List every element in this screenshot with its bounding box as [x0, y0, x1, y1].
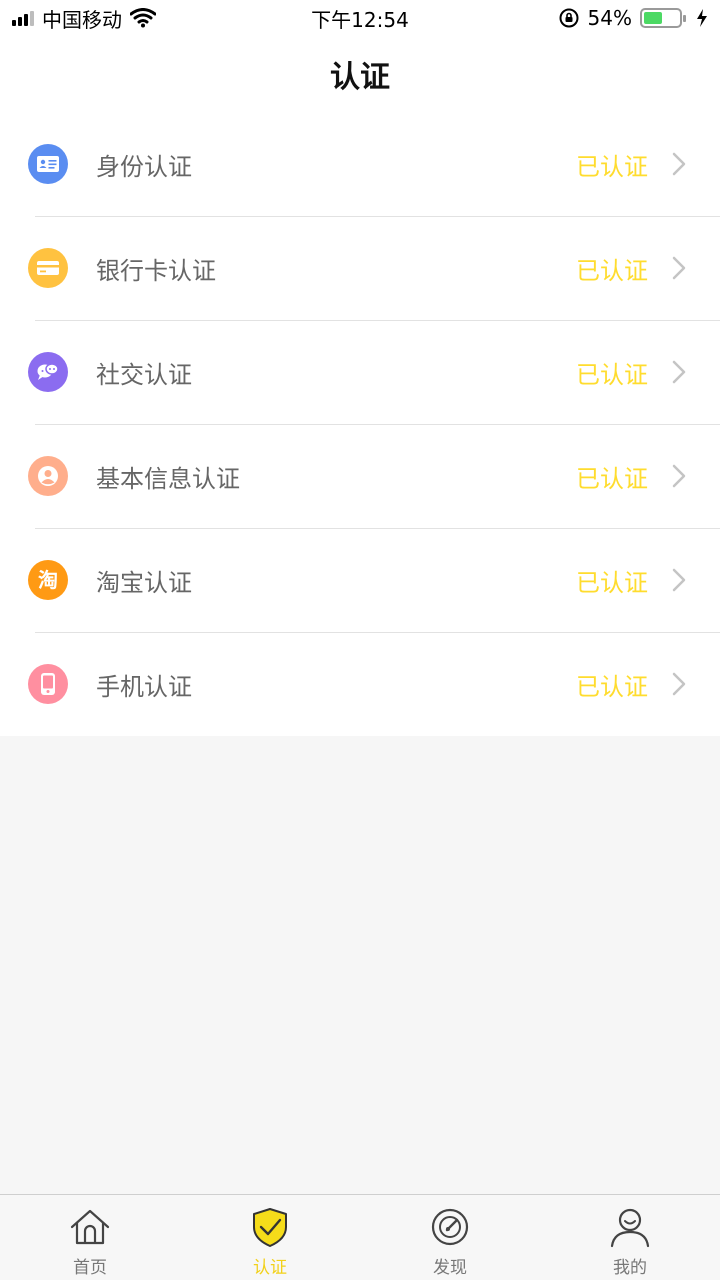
rotation-lock-icon [559, 8, 579, 28]
chevron-right-icon [672, 360, 686, 384]
user-profile-icon [28, 456, 68, 496]
id-card-icon [28, 144, 68, 184]
list-item-social[interactable]: 社交认证 已认证 [0, 320, 720, 424]
status-verified: 已认证 [576, 360, 648, 389]
list-item-taobao[interactable]: 淘 淘宝认证 已认证 [0, 528, 720, 632]
chevron-right-icon [672, 152, 686, 176]
list-item-basic-info[interactable]: 基本信息认证 已认证 [0, 424, 720, 528]
tab-label: 认证 [253, 1258, 287, 1278]
status-verified: 已认证 [576, 256, 648, 285]
tab-label: 首页 [73, 1258, 107, 1278]
screen: 中国移动 下午12:54 54% 认证 身份认证 已认证 银行卡认证 已认证 社… [0, 0, 720, 1280]
list-item-label: 身份认证 [96, 152, 192, 181]
status-verified: 已认证 [576, 568, 648, 597]
tab-mine[interactable]: 我的 [540, 1195, 720, 1280]
shield-check-icon [253, 1208, 287, 1247]
chevron-right-icon [672, 568, 686, 592]
signal-icon [12, 10, 34, 26]
status-right: 54% [558, 6, 708, 30]
battery-percent: 54% [587, 6, 632, 30]
status-verified: 已认证 [576, 672, 648, 701]
person-icon [610, 1208, 650, 1248]
chevron-right-icon [672, 256, 686, 280]
home-icon [70, 1209, 110, 1245]
page-title: 认证 [330, 60, 390, 95]
charging-bolt-icon [697, 9, 707, 27]
list-item-label: 淘宝认证 [96, 568, 192, 597]
list-item-label: 银行卡认证 [96, 256, 216, 285]
battery-fill [644, 12, 663, 24]
tab-label: 发现 [433, 1258, 467, 1278]
list-item-label: 基本信息认证 [96, 464, 240, 493]
status-verified: 已认证 [576, 464, 648, 493]
tab-home[interactable]: 首页 [0, 1195, 180, 1280]
phone-icon [28, 664, 68, 704]
tab-discover[interactable]: 发现 [360, 1195, 540, 1280]
verification-list: 身份认证 已认证 银行卡认证 已认证 社交认证 已认证 基本信息认证 已认证 淘… [0, 112, 720, 736]
tab-verification[interactable]: 认证 [180, 1195, 360, 1280]
social-chat-icon [28, 352, 68, 392]
nav-header: 认证 [0, 36, 720, 112]
list-item-phone[interactable]: 手机认证 已认证 [0, 632, 720, 736]
list-item-identity[interactable]: 身份认证 已认证 [0, 112, 720, 216]
bank-card-icon [28, 248, 68, 288]
compass-icon [431, 1208, 469, 1246]
list-item-label: 手机认证 [96, 672, 192, 701]
status-verified: 已认证 [576, 152, 648, 181]
carrier-name: 中国移动 [42, 7, 122, 32]
tab-label: 我的 [613, 1258, 647, 1278]
bottom-tab-bar: 首页 认证 发现 我的 [0, 1194, 720, 1280]
list-item-bank-card[interactable]: 银行卡认证 已认证 [0, 216, 720, 320]
list-item-label: 社交认证 [96, 360, 192, 389]
taobao-icon-glyph: 淘 [38, 568, 58, 592]
chevron-right-icon [672, 464, 686, 488]
status-left: 中国移动 [12, 4, 156, 33]
status-bar: 中国移动 下午12:54 54% [0, 0, 720, 36]
wifi-icon [130, 8, 156, 28]
battery-icon [640, 8, 686, 28]
chevron-right-icon [672, 672, 686, 696]
taobao-icon: 淘 [28, 560, 68, 600]
